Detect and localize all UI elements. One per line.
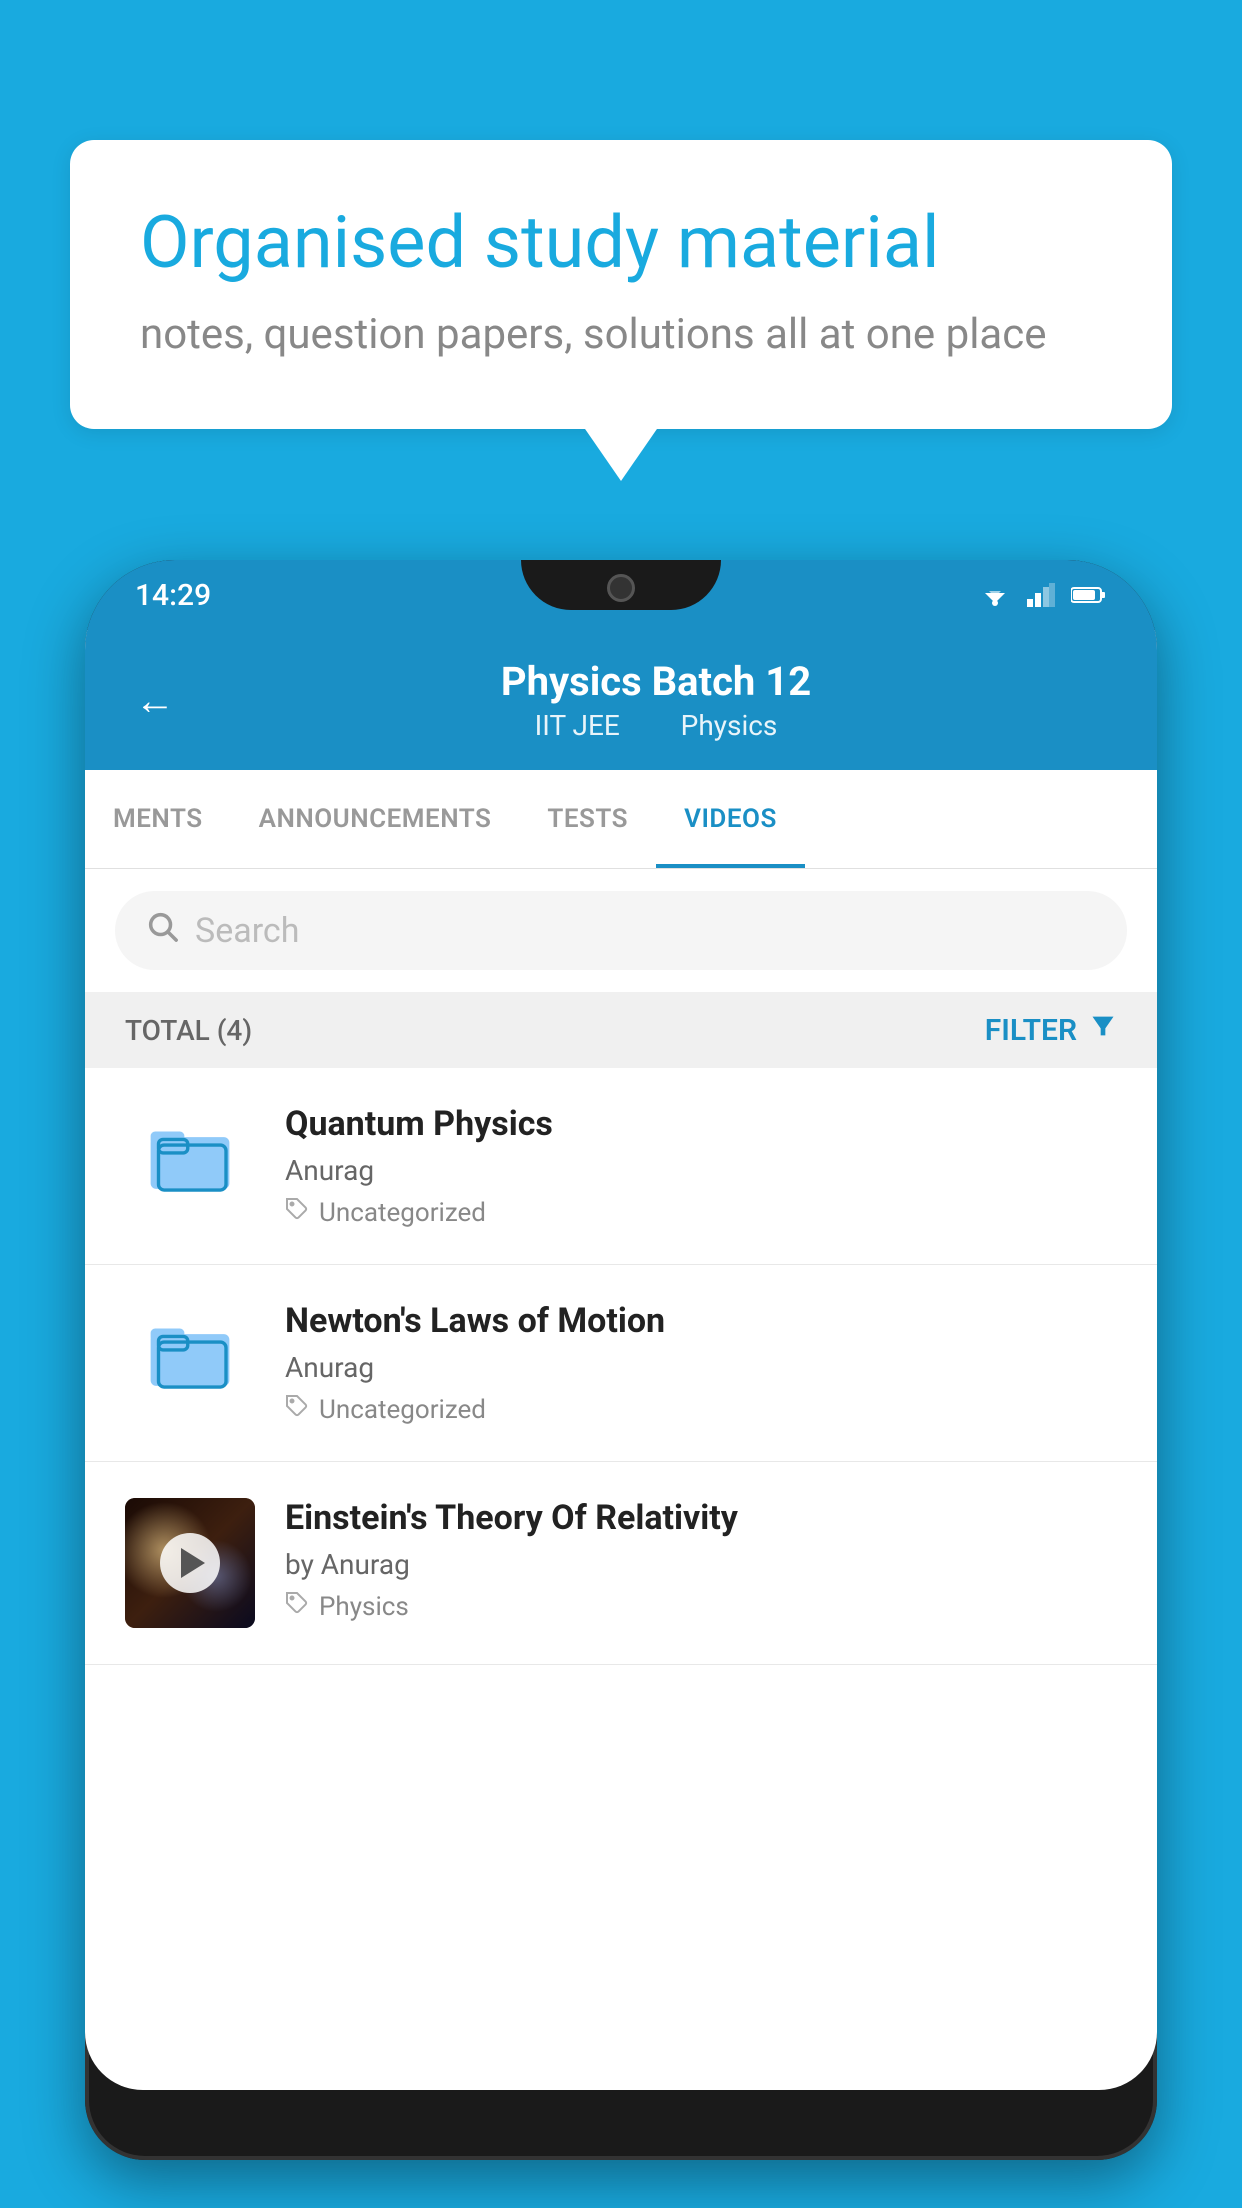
item-info-2: Einstein's Theory Of Relativity by Anura… [285, 1498, 1117, 1622]
list-item[interactable]: Quantum Physics Anurag Uncategorized [85, 1068, 1157, 1265]
speech-bubble-subtext: notes, question papers, solutions all at… [140, 310, 1102, 359]
tag-icon-1 [285, 1394, 309, 1425]
header-title: Physics Batch 12 [205, 658, 1107, 705]
status-bar: 14:29 [85, 560, 1157, 630]
status-icons [979, 583, 1107, 607]
item-title-1: Newton's Laws of Motion [285, 1301, 1117, 1341]
search-placeholder-text: Search [195, 911, 299, 951]
wifi-icon [979, 583, 1011, 607]
item-title-0: Quantum Physics [285, 1104, 1117, 1144]
header-subtitle-part1: IIT JEE [535, 709, 620, 742]
tab-ments[interactable]: MENTS [85, 770, 231, 868]
item-title-2: Einstein's Theory Of Relativity [285, 1498, 1117, 1538]
header-subtitle-sep [647, 709, 661, 742]
total-count-label: TOTAL (4) [125, 1014, 252, 1047]
folder-icon [145, 1306, 235, 1396]
item-author-0: Anurag [285, 1154, 1117, 1187]
signal-icon [1027, 583, 1055, 607]
search-icon [145, 909, 179, 952]
search-bar-container: Search [85, 869, 1157, 992]
tag-icon-0 [285, 1197, 309, 1228]
item-tag-text-1: Uncategorized [319, 1395, 486, 1425]
play-triangle [181, 1548, 205, 1578]
item-tag-1: Uncategorized [285, 1394, 1117, 1425]
item-info-1: Newton's Laws of Motion Anurag Uncategor… [285, 1301, 1117, 1425]
list-item[interactable]: Newton's Laws of Motion Anurag Uncategor… [85, 1265, 1157, 1462]
play-button-icon[interactable] [160, 1533, 220, 1593]
item-thumbnail-1 [125, 1301, 255, 1401]
tab-tests[interactable]: TESTS [519, 770, 656, 868]
phone-body: 14:29 [85, 560, 1157, 2160]
list-item[interactable]: Einstein's Theory Of Relativity by Anura… [85, 1462, 1157, 1665]
item-info-0: Quantum Physics Anurag Uncategorized [285, 1104, 1117, 1228]
status-time: 14:29 [135, 578, 211, 613]
speech-bubble-card: Organised study material notes, question… [70, 140, 1172, 429]
item-author-2: by Anurag [285, 1548, 1117, 1581]
folder-icon [145, 1109, 235, 1199]
search-bar[interactable]: Search [115, 891, 1127, 970]
item-tag-text-2: Physics [319, 1592, 409, 1622]
back-button[interactable]: ← [135, 677, 175, 724]
item-thumbnail-2 [125, 1498, 255, 1628]
tab-announcements[interactable]: ANNOUNCEMENTS [231, 770, 520, 868]
item-thumbnail-0 [125, 1104, 255, 1204]
screen-content: ← Physics Batch 12 IIT JEE Physics MENTS… [85, 630, 1157, 2090]
speech-bubble-section: Organised study material notes, question… [70, 140, 1172, 429]
filter-row: TOTAL (4) FILTER [85, 992, 1157, 1068]
battery-icon [1071, 585, 1107, 605]
speech-bubble-heading: Organised study material [140, 200, 1102, 286]
header-subtitle-part2: Physics [681, 709, 778, 742]
filter-label: FILTER [985, 1013, 1077, 1048]
filter-icon [1089, 1012, 1117, 1048]
camera [607, 574, 635, 602]
filter-button[interactable]: FILTER [985, 1012, 1117, 1048]
header-subtitle: IIT JEE Physics [205, 709, 1107, 742]
item-tag-0: Uncategorized [285, 1197, 1117, 1228]
app-header: ← Physics Batch 12 IIT JEE Physics [85, 630, 1157, 770]
phone-mockup: 14:29 [85, 560, 1157, 2208]
item-tag-2: Physics [285, 1591, 1117, 1622]
video-list: Quantum Physics Anurag Uncategorized [85, 1068, 1157, 1665]
tag-icon-2 [285, 1591, 309, 1622]
item-author-1: Anurag [285, 1351, 1117, 1384]
tab-videos[interactable]: VIDEOS [656, 770, 805, 868]
item-tag-text-0: Uncategorized [319, 1198, 486, 1228]
header-title-block: Physics Batch 12 IIT JEE Physics [205, 658, 1107, 742]
tabs-bar: MENTS ANNOUNCEMENTS TESTS VIDEOS [85, 770, 1157, 869]
